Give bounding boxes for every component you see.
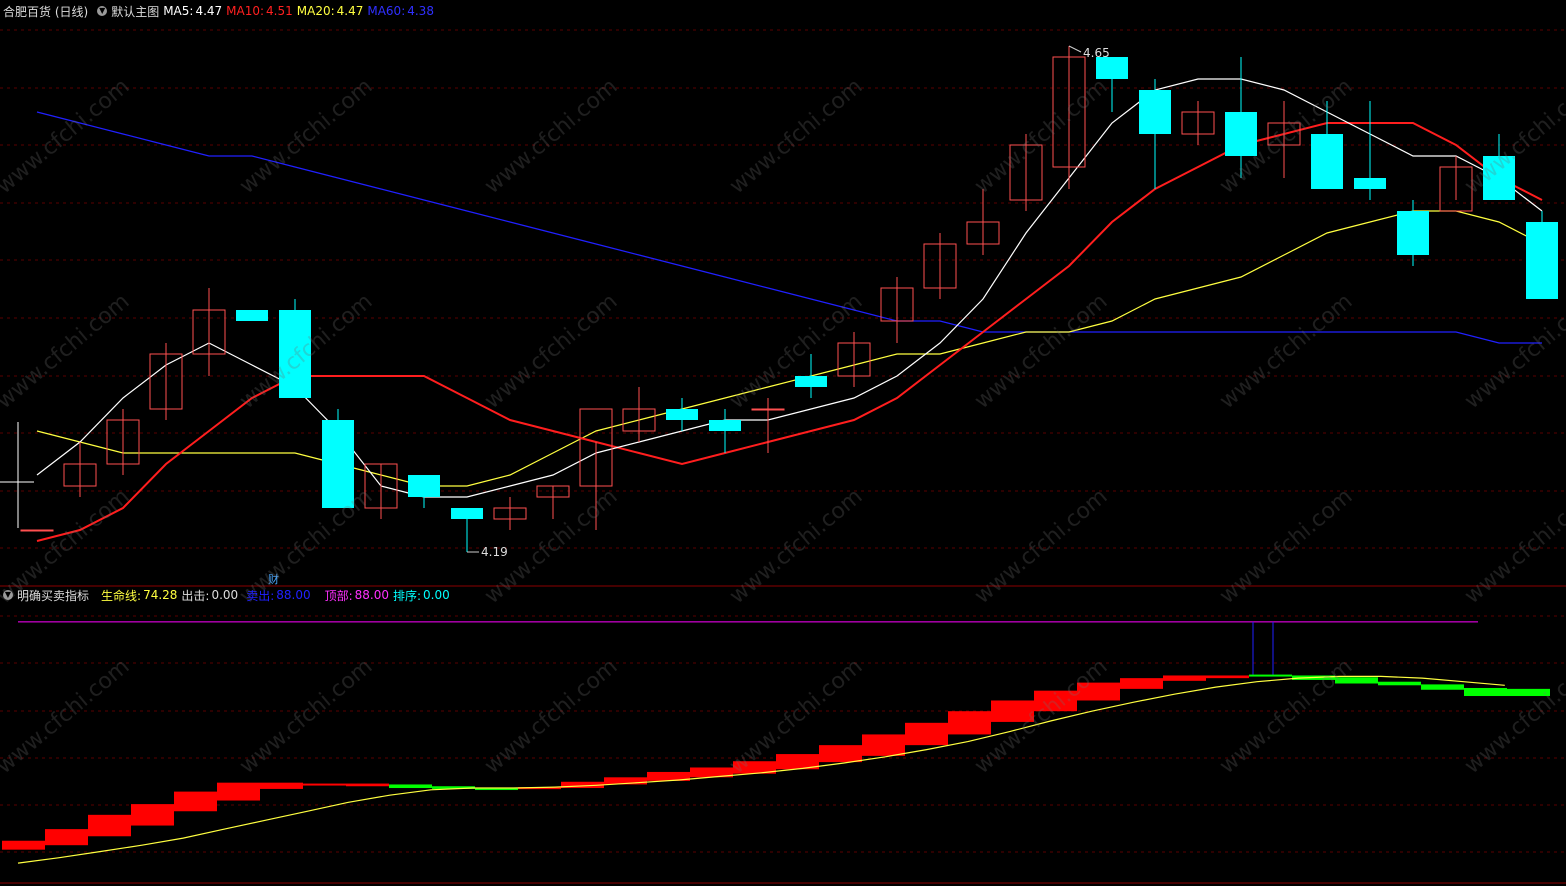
indicator-bar (217, 782, 260, 801)
life-line-label: 生命线: (101, 588, 142, 603)
life-line-value: 74.28 (143, 588, 178, 602)
ma60-value: 4.38 (407, 4, 434, 18)
candle-body (1397, 211, 1429, 255)
high-price-label: 4.65 (1083, 46, 1110, 60)
sell-label: 卖出: (246, 588, 275, 603)
ma20-line (36, 210, 1543, 487)
exit-value: 0.00 (211, 588, 239, 602)
indicator-bar (174, 791, 217, 812)
candle-body (751, 408, 785, 411)
finance-marker: 财 (268, 572, 279, 586)
indicator-bar (1077, 682, 1120, 701)
candle-body (408, 475, 440, 497)
rank-label: 排序: (393, 588, 422, 603)
main-chart-header: 合肥百货 (日线) ▼ 默认主图 MA5: 4.47 MA10: 4.51 MA… (0, 2, 438, 20)
indicator-bar (905, 722, 948, 746)
ma20-label: MA20: (296, 4, 335, 18)
candle-body (451, 508, 483, 519)
stock-chart[interactable]: 4.65 4.19 财 (0, 0, 1566, 886)
indicator-bar (1421, 684, 1464, 690)
indicator-bar (1249, 674, 1292, 677)
ma20-value: 4.47 (336, 4, 364, 18)
indicator-bar (1378, 681, 1421, 686)
ma5-label: MA5: (163, 4, 194, 18)
indicator-bar (45, 829, 88, 846)
candle-body (1354, 178, 1386, 189)
indicator-bar (260, 782, 303, 789)
indicator-bar (1034, 690, 1077, 712)
candle-body (1526, 222, 1558, 299)
indicator-bar (303, 783, 346, 786)
candle-body (1139, 90, 1171, 134)
indicator-bar (346, 783, 389, 787)
candle-body (1483, 156, 1515, 200)
chevron-down-icon[interactable]: ▼ (3, 590, 13, 600)
ma5-value: 4.47 (195, 4, 223, 18)
candle-body (279, 310, 311, 398)
candle-body (1225, 112, 1257, 156)
candle-body (709, 420, 741, 431)
indicator-bar (991, 700, 1034, 722)
indicator-bar (1120, 678, 1163, 689)
chevron-down-icon[interactable]: ▼ (97, 6, 108, 16)
candle-body (666, 409, 698, 420)
ma10-label: MA10: (226, 4, 265, 18)
indicator-bar (2, 840, 45, 850)
chart-mode[interactable]: 默认主图 (111, 3, 159, 20)
indicator-bar (1507, 688, 1550, 697)
stock-name: 合肥百货 (日线) (3, 4, 89, 19)
low-price-label: 4.19 (481, 545, 508, 559)
candle-body (236, 310, 268, 321)
top-value: 88.00 (354, 588, 389, 602)
indicator-header: ▼ 明确买卖指标 生命线: 74.28 出击: 0.00 卖出: 88.00 顶… (0, 586, 454, 604)
top-label: 顶部: (324, 588, 353, 603)
indicator-bar (862, 734, 905, 756)
indicator-bar (1464, 687, 1507, 697)
candle-body (322, 420, 354, 508)
indicator-bar (88, 814, 131, 837)
indicator-bar (1163, 675, 1206, 681)
indicator-bar (1335, 677, 1378, 684)
exit-label: 出击: (181, 588, 210, 603)
candle-body (20, 529, 54, 532)
indicator-bar (819, 745, 862, 763)
candle-body (795, 376, 827, 387)
indicator-bar (131, 804, 174, 826)
ma60-label: MA60: (367, 4, 406, 18)
high-pointer (1068, 45, 1082, 53)
rank-value: 0.00 (423, 588, 450, 602)
indicator-bar (948, 711, 991, 735)
indicator-name[interactable]: 明确买卖指标 (17, 587, 89, 604)
candle-body (1096, 57, 1128, 79)
candle-body (1311, 134, 1343, 189)
indicator-bar (1206, 675, 1249, 679)
sell-value: 88.00 (276, 588, 311, 602)
indicator-bar (389, 784, 432, 789)
ma10-value: 4.51 (266, 4, 293, 18)
